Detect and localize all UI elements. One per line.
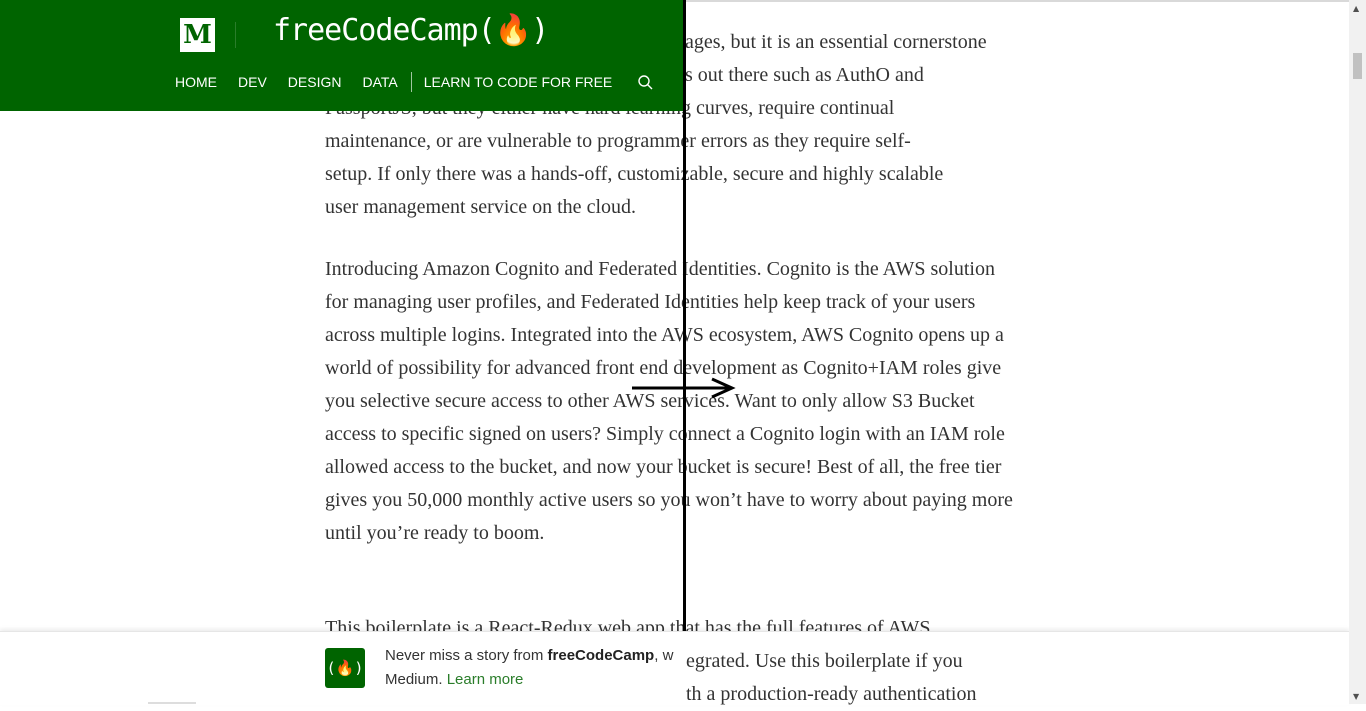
nav-home[interactable]: HOME xyxy=(175,74,217,90)
nav-divider xyxy=(410,72,412,92)
scroll-down-icon[interactable]: ▼ xyxy=(1353,692,1359,701)
article-tail-line: egrated. Use this boilerplate if you xyxy=(686,650,963,672)
banner-message: Never miss a story from freeCodeCamp, w … xyxy=(385,644,685,692)
publication-title[interactable]: freeCodeCamp(🔥) xyxy=(273,13,549,48)
scroll-thumb[interactable] xyxy=(1353,53,1362,79)
subscribe-banner: (🔥) Never miss a story from freeCodeCamp… xyxy=(0,631,1349,705)
medium-logo[interactable]: M xyxy=(180,18,215,52)
paragraph: Introducing Amazon Cognito and Federated… xyxy=(325,258,1013,544)
learn-more-link[interactable]: Learn more xyxy=(447,671,524,688)
article-tail-line: th a production-ready authentication xyxy=(686,683,977,705)
divider xyxy=(235,22,236,48)
banner-publication[interactable]: freeCodeCamp xyxy=(548,647,655,664)
nav-design[interactable]: DESIGN xyxy=(288,74,342,90)
arrow-right-icon xyxy=(632,377,736,399)
nav-bar: HOME DEV DESIGN DATA LEARN TO CODE FOR F… xyxy=(175,72,653,92)
banner-suffix: , w xyxy=(654,647,674,664)
banner-prefix: Never miss a story from xyxy=(385,647,548,664)
nav-data[interactable]: DATA xyxy=(362,74,397,90)
nav-learn[interactable]: LEARN TO CODE FOR FREE xyxy=(424,74,613,90)
top-border xyxy=(686,0,1349,2)
scrollbar[interactable]: ▲ ▼ xyxy=(1349,0,1366,704)
banner-line2: Medium. xyxy=(385,671,447,688)
site-header: M freeCodeCamp(🔥) HOME DEV DESIGN DATA L… xyxy=(0,0,684,111)
nav-dev[interactable]: DEV xyxy=(238,74,267,90)
fcc-logo-icon[interactable]: (🔥) xyxy=(325,648,365,688)
scroll-up-icon[interactable]: ▲ xyxy=(1353,4,1359,13)
cursor-line xyxy=(683,0,686,704)
search-icon[interactable] xyxy=(637,74,653,90)
